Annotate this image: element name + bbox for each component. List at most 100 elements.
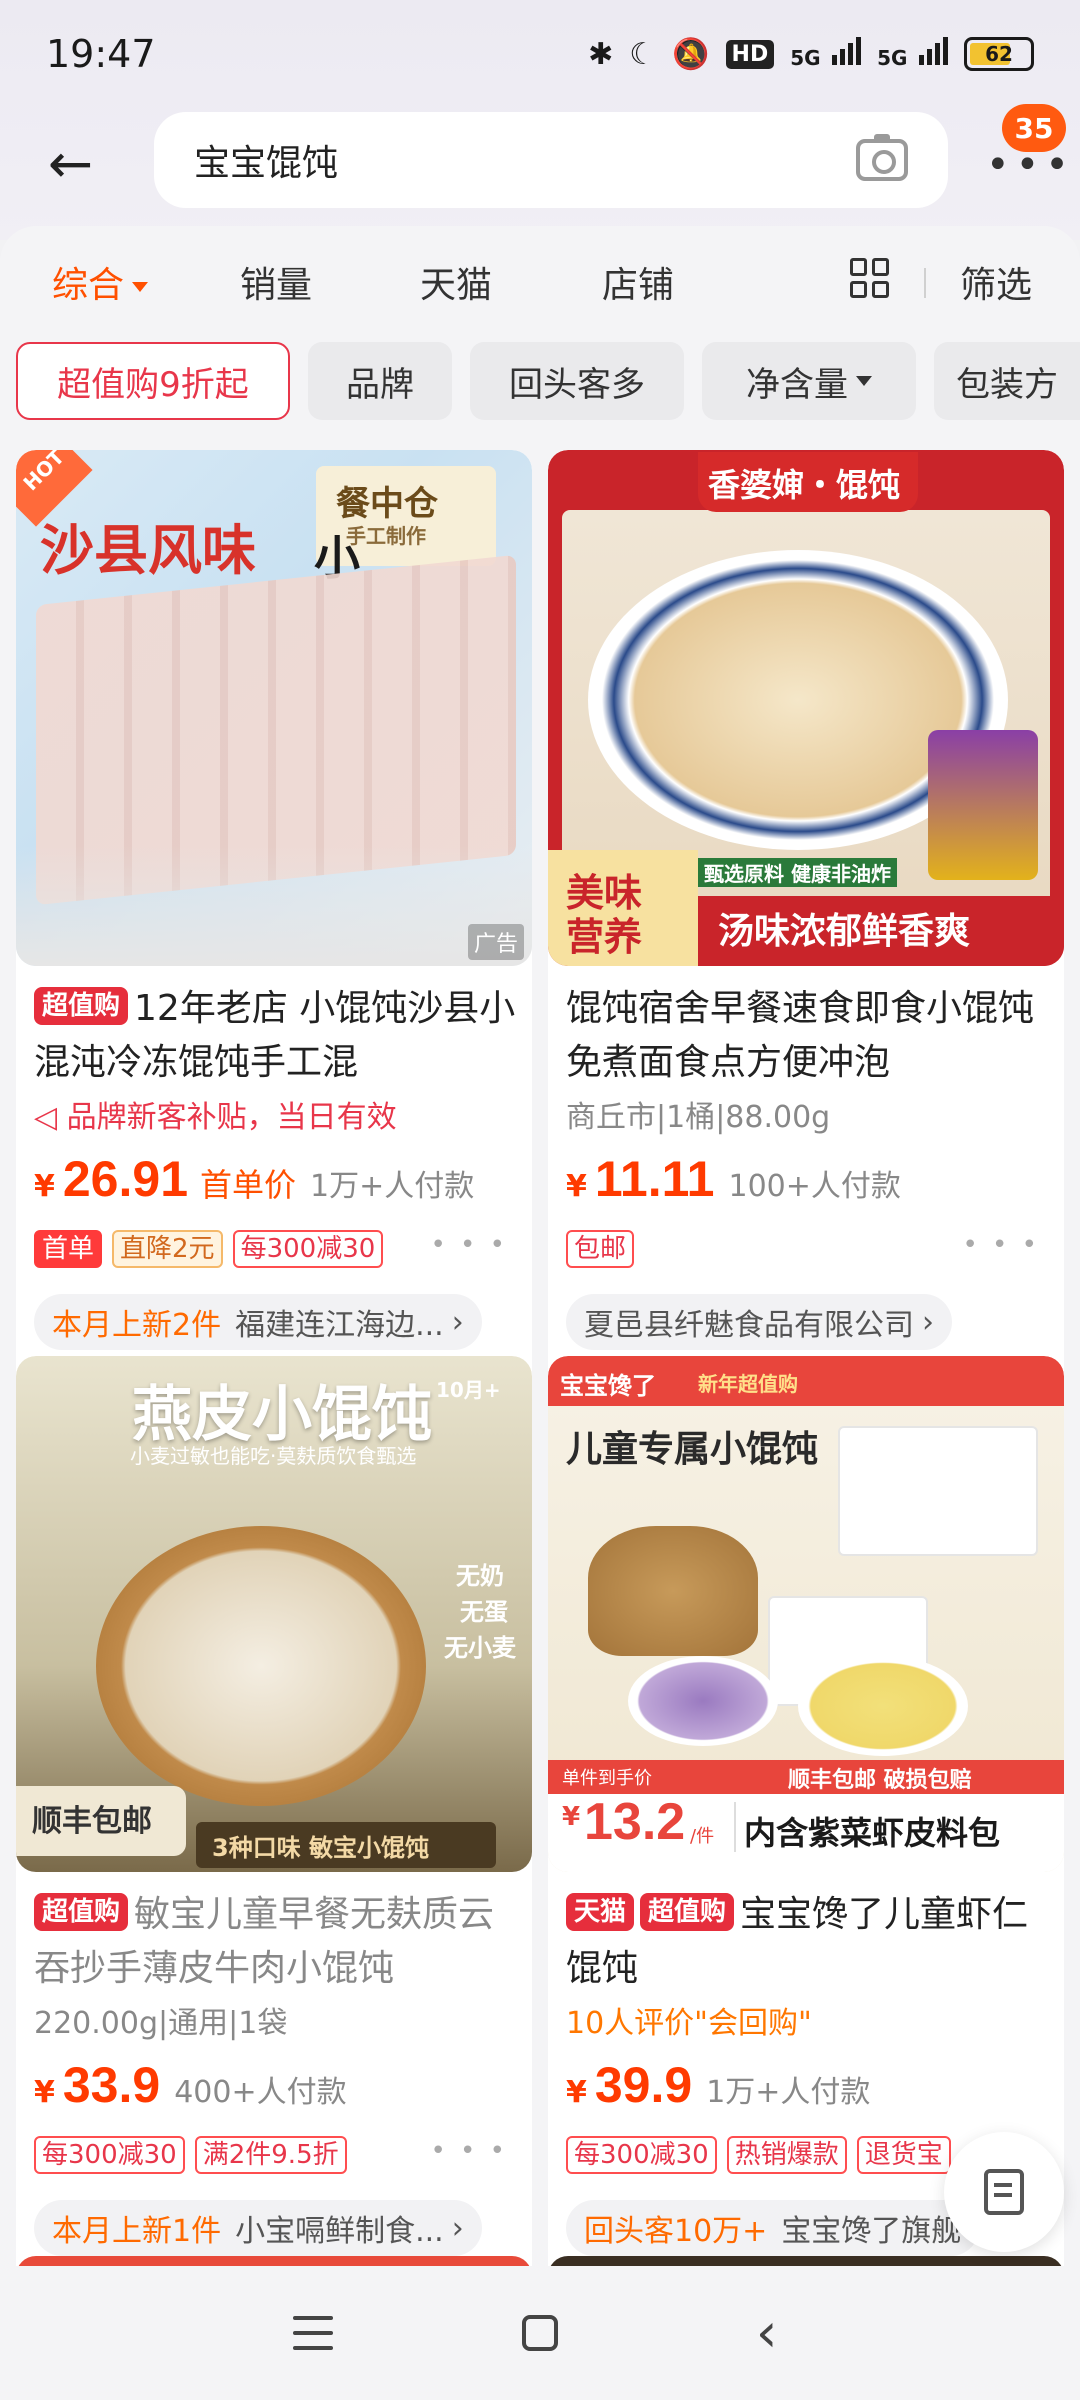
battery-level: 62 [985, 42, 1013, 66]
product-price: 11.11 [594, 1151, 715, 1207]
promo-row: 每300减30 热销爆款 退货宝 [566, 2136, 951, 2174]
store-link[interactable]: 夏邑县纤魅食品有限公司 › [566, 1294, 952, 1350]
image-ship: 顺丰包邮 破损包赔 [788, 1768, 972, 1793]
search-query: 宝宝馄饨 [194, 143, 339, 184]
ad-label: 广告 [467, 924, 524, 960]
image-title: 儿童专属小馄饨 [566, 1429, 819, 1470]
product-price: 26.91 [62, 1151, 188, 1207]
signal-1-label: 5G [790, 46, 821, 70]
product-price: 39.9 [594, 2057, 693, 2113]
caret-down-icon [132, 282, 149, 292]
image-left2: 营养 [566, 915, 643, 959]
search-input[interactable]: 宝宝馄饨 [154, 112, 948, 208]
image-brand: 餐中仓 [336, 484, 438, 524]
image-flavors: 3种口味 敏宝小馄饨 [212, 1834, 430, 1862]
store-link[interactable]: 本月上新1件 小宝嗝鲜制食... › [34, 2200, 482, 2256]
product-card[interactable]: 燕皮小馄饨 10月+ 小麦过敏也能吃·莫麸质饮食甄选 无奶 无蛋 无小麦 顺丰包… [16, 1356, 532, 2400]
grid-view-icon[interactable] [850, 258, 890, 298]
signal-icon: 5G [790, 35, 862, 73]
more-options-icon[interactable]: • • • [430, 1230, 508, 1260]
sort-tabs: 综合 销量 天猫 店铺 筛选 [0, 226, 1080, 332]
image-title: 沙县风味 [40, 518, 256, 582]
image-banner: 香婆婶・馄饨 [708, 466, 901, 504]
subtitle-text: 品牌新客补贴，当日有效 [66, 1100, 397, 1135]
speaker-icon: ◁ [34, 1100, 58, 1135]
store-name: 小宝嗝鲜制食... [235, 2214, 444, 2249]
more-dots-icon: ••• [986, 142, 1075, 188]
currency-symbol: ¥ [34, 2075, 55, 2110]
back-arrow-icon[interactable]: ← [48, 136, 108, 196]
price-row: ¥ 26.91 首单价 1万+人付款 [34, 1150, 474, 1208]
sold-count: 1万+人付款 [310, 1169, 475, 1204]
store-highlight: 本月上新1件 [52, 2214, 222, 2249]
chip-deal[interactable]: 超值购9折起 [16, 342, 290, 420]
store-name: 福建连江海边... [235, 1308, 444, 1343]
image-side1: 无奶 [456, 1562, 504, 1590]
promo-tag: 直降2元 [112, 1230, 223, 1268]
image-unit: /件 [690, 1826, 715, 1847]
product-title[interactable]: 天猫 超值购 宝宝馋了儿童虾仁馄饨 [566, 1888, 1056, 1996]
image-event: 新年超值购 [698, 1372, 798, 1396]
tab-tmall[interactable]: 天猫 [420, 256, 492, 308]
store-link[interactable]: 本月上新2件 福建连江海边... › [34, 1294, 482, 1350]
price-row: ¥ 11.11 100+人付款 [566, 1150, 901, 1208]
deal-tag: 超值购 [640, 1893, 735, 1931]
currency-symbol: ¥ [566, 1169, 587, 1204]
status-bar: 19:47 ✱ ☾ 🔕 HD 5G 5G 62 [0, 0, 1080, 108]
menu-icon [293, 2316, 334, 2350]
search-row: ← 宝宝馄饨 ••• 35 [0, 104, 1080, 218]
signal-icon: 5G [877, 35, 948, 73]
back-chevron-icon: ‹ [755, 2301, 778, 2364]
system-nav-bar: ‹ [0, 2266, 1080, 2400]
recents-button[interactable] [283, 2303, 343, 2363]
store-link[interactable]: 回头客10万+ 宝宝馋了旗舰 [566, 2200, 980, 2256]
chip-repeat-buyers[interactable]: 回头客多 [470, 342, 684, 420]
image-price: 13.2 [584, 1793, 686, 1851]
signal-2-label: 5G [877, 46, 908, 70]
tab-shops[interactable]: 店铺 [602, 256, 674, 308]
tab-sales[interactable]: 销量 [240, 256, 312, 308]
moon-icon: ☾ [629, 36, 657, 72]
sold-count: 1万+人付款 [706, 2075, 871, 2110]
chevron-right-icon: › [451, 2210, 464, 2246]
product-title[interactable]: 馄饨宿舍早餐速食即食小馄饨免煮面食点方便冲泡 [566, 982, 1056, 1090]
more-options-icon[interactable]: • • • [962, 1230, 1040, 1260]
tab-comprehensive[interactable]: 综合 [52, 256, 149, 308]
price-note: 首单价 [200, 1166, 297, 1204]
product-image[interactable]: 燕皮小馄饨 10月+ 小麦过敏也能吃·莫麸质饮食甄选 无奶 无蛋 无小麦 顺丰包… [16, 1356, 532, 1872]
more-options-icon[interactable]: • • • [430, 2136, 508, 2166]
home-button[interactable] [510, 2303, 570, 2363]
chip-packaging[interactable]: 包装方 [934, 342, 1080, 420]
product-price: 33.9 [62, 2057, 161, 2113]
product-image[interactable]: 香婆婶・馄饨 美味 营养 甄选原料 健康非油炸 汤味浓郁鲜香爽 [548, 450, 1064, 966]
sold-count: 400+人付款 [174, 2075, 347, 2110]
store-name: 宝宝馋了旗舰 [781, 2214, 962, 2249]
camera-icon[interactable] [856, 134, 908, 181]
status-icons: ✱ ☾ 🔕 HD 5G 5G 62 [588, 35, 1034, 73]
promo-row: 首单 直降2元 每300减30 [34, 1230, 384, 1268]
product-title[interactable]: 超值购 敏宝儿童早餐无麸质云吞抄手薄皮牛肉小馄饨 [34, 1888, 524, 1996]
product-specs: 商丘市|1桶|88.00g [566, 1100, 831, 1135]
chip-brand[interactable]: 品牌 [308, 342, 452, 420]
status-time: 19:47 [46, 32, 156, 76]
chip-net-weight[interactable]: 净含量 [702, 342, 916, 420]
promo-tag: 首单 [34, 1230, 103, 1268]
product-image[interactable]: HOT 沙县风味 餐中仓 手工制作 小 广告 [16, 450, 532, 966]
product-review: 10人评价"会回购" [566, 2006, 812, 2041]
promo-row: 每300减30 满2件9.5折 [34, 2136, 347, 2174]
image-small: 甄选原料 健康非油炸 [698, 858, 897, 887]
promo-tag: 退货宝 [856, 2136, 951, 2174]
tab-label: 综合 [52, 265, 125, 306]
tab-filter[interactable]: 筛选 [960, 256, 1032, 308]
chevron-right-icon: › [922, 1304, 934, 1340]
feedback-button[interactable] [944, 2132, 1064, 2252]
product-image[interactable]: 宝宝馋了 新年超值购 儿童专属小馄饨 单件到手价 顺丰包邮 破损包赔 ¥ 13.… [548, 1356, 1064, 1872]
price-row: ¥ 39.9 1万+人付款 [566, 2056, 870, 2114]
system-back-button[interactable]: ‹ [737, 2303, 797, 2363]
hd-badge: HD [725, 39, 775, 69]
image-month: 10月+ [436, 1378, 501, 1402]
chevron-right-icon: › [451, 1304, 464, 1340]
product-title[interactable]: 超值购 12年老店 小馄饨沙县小混沌冷冻馄饨手工混 [34, 982, 524, 1090]
edit-note-icon [984, 2169, 1024, 2215]
price-row: ¥ 33.9 400+人付款 [34, 2056, 347, 2114]
